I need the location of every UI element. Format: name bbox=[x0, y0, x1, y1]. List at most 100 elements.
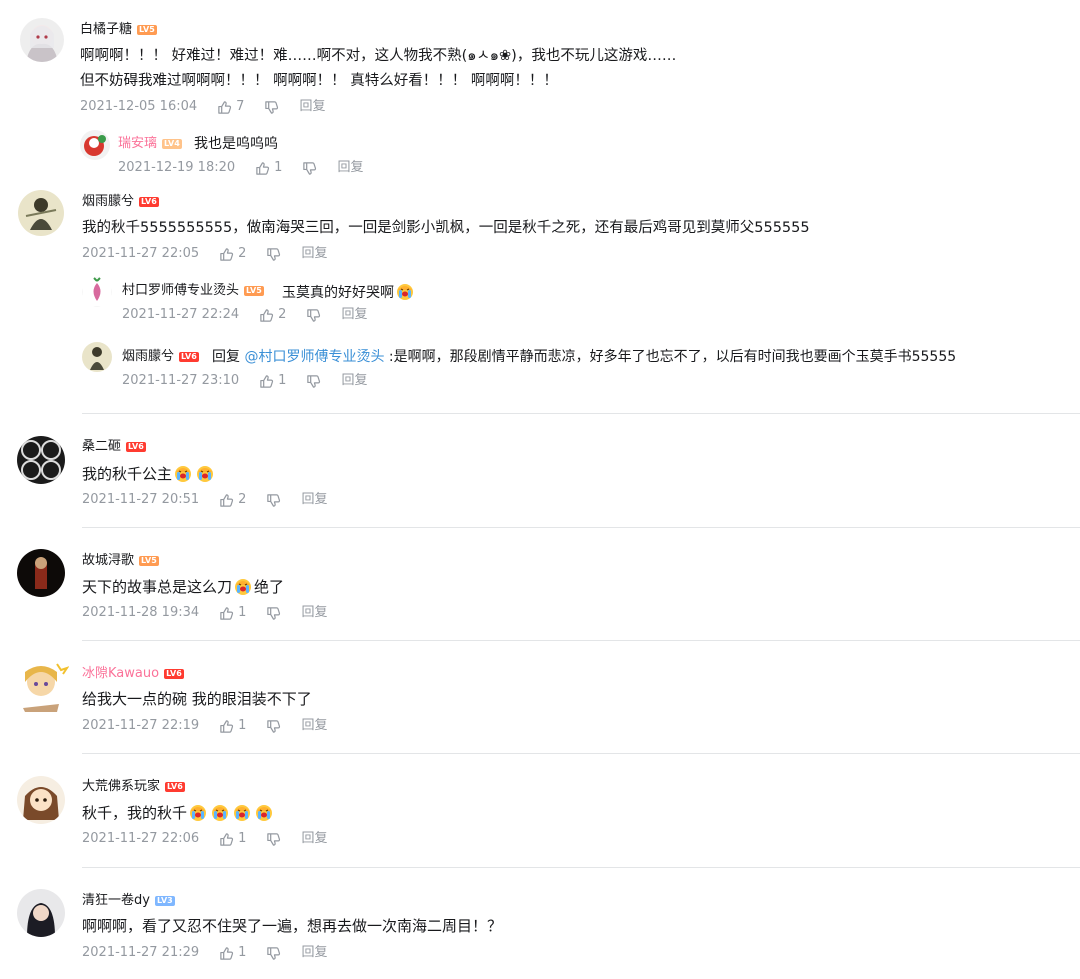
crying-emoji-icon bbox=[188, 802, 208, 822]
like-count: 2 bbox=[238, 492, 247, 507]
like-count: 1 bbox=[238, 605, 247, 620]
thumb-up-icon bbox=[259, 308, 274, 323]
thumb-up-icon bbox=[219, 946, 234, 961]
dislike-button[interactable] bbox=[266, 247, 281, 262]
dislike-button[interactable] bbox=[264, 100, 279, 115]
avatar[interactable] bbox=[18, 190, 64, 236]
like-count: 1 bbox=[238, 945, 247, 960]
comment-text: 我的秋千5555555555，做南海哭三回，一回是剑影小凯枫，一回是秋千之死，还… bbox=[82, 220, 810, 236]
username[interactable]: 烟雨朦兮 LV6 bbox=[82, 194, 159, 210]
thumb-down-icon bbox=[266, 946, 281, 961]
username[interactable]: 冰隙Kawauo LV6 bbox=[82, 666, 184, 682]
reply-button[interactable]: 回复 bbox=[341, 307, 367, 323]
reply-meta: 2021-11-27 23:10 1 回复 bbox=[122, 373, 367, 389]
reply-word: 回复 bbox=[212, 349, 240, 365]
level-badge: LV5 bbox=[244, 285, 264, 296]
timestamp: 2021-12-19 18:20 bbox=[118, 160, 236, 175]
reply-text: 玉莫真的好好哭啊 bbox=[282, 281, 416, 303]
divider bbox=[82, 413, 1080, 414]
timestamp: 2021-11-27 21:29 bbox=[82, 945, 200, 960]
avatar[interactable] bbox=[20, 18, 64, 62]
level-badge: LV6 bbox=[139, 196, 159, 207]
username[interactable]: 村口罗师傅专业烫头 LV5 bbox=[122, 283, 264, 299]
reply-button[interactable]: 回复 bbox=[337, 160, 363, 176]
level-badge: LV6 bbox=[165, 781, 185, 792]
comment-text: 啊啊啊，看了又忍不住哭了一遍，想再去做一次南海二周目！？ bbox=[82, 917, 503, 935]
username[interactable]: 故城浔歌 LV5 bbox=[82, 553, 159, 569]
crying-emoji-icon bbox=[195, 463, 215, 483]
comment-text: 但不妨碍我难过啊啊啊！！！ 啊啊啊！！ 真特么好看！！！ 啊啊啊！！！ bbox=[80, 73, 558, 89]
dislike-button[interactable] bbox=[266, 832, 281, 847]
timestamp: 2021-11-27 22:06 bbox=[82, 831, 200, 846]
username[interactable]: 烟雨朦兮 LV6 bbox=[122, 349, 199, 365]
avatar[interactable] bbox=[17, 889, 65, 937]
reply-button[interactable]: 回复 bbox=[301, 246, 327, 262]
reply-button[interactable]: 回复 bbox=[301, 492, 327, 508]
like-button[interactable]: 1 bbox=[219, 605, 246, 621]
reply-button[interactable]: 回复 bbox=[299, 99, 325, 115]
reply-button[interactable]: 回复 bbox=[301, 945, 327, 961]
comment-meta: 2021-11-28 19:34 1 回复 bbox=[82, 605, 327, 621]
like-count: 2 bbox=[278, 307, 287, 322]
like-button[interactable]: 2 bbox=[219, 492, 246, 508]
mention-link[interactable]: @村口罗师傅专业烫头 bbox=[244, 349, 384, 365]
username[interactable]: 大荒佛系玩家 LV6 bbox=[82, 779, 185, 795]
like-button[interactable]: 1 bbox=[255, 160, 282, 176]
timestamp: 2021-11-27 22:24 bbox=[122, 307, 240, 322]
thumb-down-icon bbox=[266, 606, 281, 621]
divider bbox=[82, 867, 1080, 868]
avatar[interactable] bbox=[17, 776, 65, 824]
thumb-down-icon bbox=[302, 161, 317, 176]
comment-text: 给我大一点的碗 我的眼泪装不下了 bbox=[82, 690, 312, 708]
thumb-up-icon bbox=[259, 374, 274, 389]
avatar[interactable] bbox=[17, 436, 65, 484]
comment-text: 我的秋千公主 bbox=[82, 463, 216, 484]
like-count: 2 bbox=[238, 246, 247, 261]
timestamp: 2021-11-27 23:10 bbox=[122, 373, 240, 388]
divider bbox=[82, 753, 1080, 754]
thumb-up-icon bbox=[217, 100, 232, 115]
dislike-button[interactable] bbox=[306, 308, 321, 323]
level-badge: LV6 bbox=[179, 351, 199, 362]
timestamp: 2021-12-05 16:04 bbox=[80, 99, 198, 114]
username[interactable]: 白橘子糖 LV5 bbox=[80, 22, 157, 38]
thumb-up-icon bbox=[219, 247, 234, 262]
avatar-image-icon bbox=[17, 889, 65, 937]
username[interactable]: 瑞安璃 LV4 bbox=[118, 136, 182, 152]
like-button[interactable]: 7 bbox=[217, 99, 244, 115]
like-button[interactable]: 1 bbox=[219, 718, 246, 734]
avatar[interactable] bbox=[82, 277, 112, 307]
like-button[interactable]: 2 bbox=[259, 307, 286, 323]
reply-button[interactable]: 回复 bbox=[301, 605, 327, 621]
dislike-button[interactable] bbox=[266, 946, 281, 961]
reply-button[interactable]: 回复 bbox=[341, 373, 367, 389]
dislike-button[interactable] bbox=[266, 606, 281, 621]
divider bbox=[82, 527, 1080, 528]
level-badge: LV5 bbox=[139, 555, 159, 566]
dislike-button[interactable] bbox=[302, 161, 317, 176]
comment-text: 啊啊啊！！！ 好难过！难过！难……啊不对，这人物我不熟(๑ㅅ๑❀)，我也不玩儿这… bbox=[80, 48, 677, 64]
comment-meta: 2021-11-27 20:51 2 回复 bbox=[82, 492, 327, 508]
timestamp: 2021-11-27 22:05 bbox=[82, 246, 200, 261]
reply-button[interactable]: 回复 bbox=[301, 718, 327, 734]
username[interactable]: 桑二砸 LV6 bbox=[82, 439, 146, 455]
avatar[interactable] bbox=[82, 342, 112, 372]
dislike-button[interactable] bbox=[266, 719, 281, 734]
reply-meta: 2021-11-27 22:24 2 回复 bbox=[122, 307, 367, 323]
like-button[interactable]: 1 bbox=[219, 831, 246, 847]
like-button[interactable]: 1 bbox=[219, 945, 246, 961]
reply-button[interactable]: 回复 bbox=[301, 831, 327, 847]
dislike-button[interactable] bbox=[306, 374, 321, 389]
dislike-button[interactable] bbox=[266, 493, 281, 508]
username[interactable]: 清狂一卷dy LV3 bbox=[82, 893, 175, 909]
like-button[interactable]: 1 bbox=[259, 373, 286, 389]
avatar[interactable] bbox=[80, 130, 110, 160]
like-button[interactable]: 2 bbox=[219, 246, 246, 262]
comment-meta: 2021-12-05 16:04 7 回复 bbox=[80, 99, 325, 115]
level-badge: LV3 bbox=[154, 895, 175, 906]
avatar[interactable] bbox=[17, 549, 65, 597]
avatar[interactable] bbox=[17, 660, 69, 712]
avatar-image-icon bbox=[18, 190, 64, 236]
comment-meta: 2021-11-27 22:19 1 回复 bbox=[82, 718, 327, 734]
timestamp: 2021-11-28 19:34 bbox=[82, 605, 200, 620]
